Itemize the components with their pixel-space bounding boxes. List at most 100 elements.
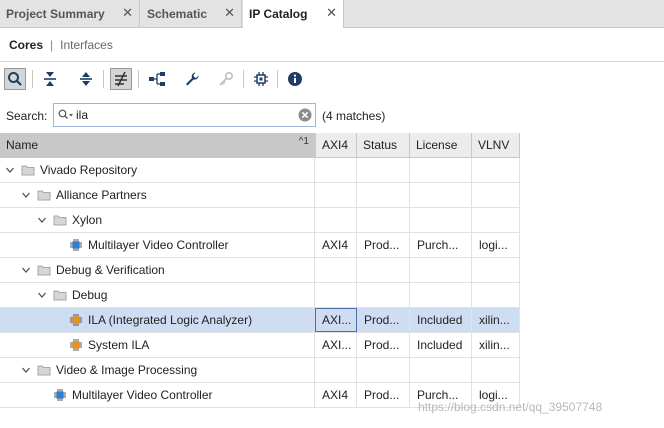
status-cell[interactable] xyxy=(357,158,410,182)
name-cell[interactable]: Vivado Repository xyxy=(0,158,315,182)
cores-view-link[interactable]: Cores xyxy=(9,38,43,52)
search-button[interactable] xyxy=(4,68,26,90)
tab-project-summary[interactable]: Project Summary ✕ xyxy=(0,0,140,27)
match-count: (4 matches) xyxy=(322,109,386,123)
search-dropdown-icon[interactable] xyxy=(58,109,74,121)
search-input[interactable] xyxy=(76,107,286,123)
license-cell[interactable] xyxy=(410,258,472,282)
toolbar-separator xyxy=(103,70,104,88)
table-row[interactable]: Multilayer Video Controller AXI4 Prod... Pu… xyxy=(0,233,520,258)
table-row[interactable]: Debug & Verification xyxy=(0,258,520,283)
column-header-label: License xyxy=(416,138,458,152)
collapse-all-button[interactable] xyxy=(39,68,61,90)
license-cell[interactable]: Purch... xyxy=(410,233,472,257)
expand-all-icon xyxy=(80,72,92,86)
status-cell[interactable] xyxy=(357,258,410,282)
info-button[interactable] xyxy=(284,68,306,90)
name-cell[interactable]: Alliance Partners xyxy=(0,183,315,207)
axi4-cell[interactable] xyxy=(315,358,357,382)
search-row: Search: (4 matches) xyxy=(0,100,664,130)
expand-all-button[interactable] xyxy=(75,68,97,90)
hierarchy-button[interactable] xyxy=(146,68,168,90)
status-cell[interactable]: Prod... xyxy=(357,383,410,407)
folder-icon xyxy=(53,290,67,301)
tab-ip-catalog[interactable]: IP Catalog ✕ xyxy=(243,0,344,28)
vlnv-cell[interactable]: xilin... xyxy=(472,308,520,332)
license-cell[interactable]: Included xyxy=(410,333,472,357)
table-row[interactable]: Vivado Repository xyxy=(0,158,520,183)
name-cell[interactable]: ILA (Integrated Logic Analyzer) xyxy=(0,308,315,332)
vlnv-cell[interactable]: logi... xyxy=(472,233,520,257)
name-cell[interactable]: Multilayer Video Controller xyxy=(0,233,315,257)
column-header-axi4[interactable]: AXI4 xyxy=(316,133,357,157)
toolbar-separator xyxy=(277,70,278,88)
vlnv-cell[interactable]: xilin... xyxy=(472,333,520,357)
column-header-license[interactable]: License xyxy=(410,133,472,157)
table-row[interactable]: Alliance Partners xyxy=(0,183,520,208)
collapse-all-icon xyxy=(44,72,56,86)
name-cell[interactable]: Video & Image Processing xyxy=(0,358,315,382)
status-cell[interactable] xyxy=(357,358,410,382)
close-icon[interactable]: ✕ xyxy=(224,6,235,19)
table-row[interactable]: ILA (Integrated Logic Analyzer) AXI... Pro… xyxy=(0,308,520,333)
settings-button[interactable] xyxy=(181,68,203,90)
ip-core-icon xyxy=(54,389,66,401)
name-cell[interactable]: Debug xyxy=(0,283,315,307)
chevron-down-icon[interactable] xyxy=(21,190,31,200)
filter-toggle-button[interactable] xyxy=(110,68,132,90)
clear-search-icon[interactable] xyxy=(298,108,312,122)
chevron-down-icon[interactable] xyxy=(5,165,15,175)
search-box[interactable] xyxy=(53,103,316,127)
license-key-button[interactable] xyxy=(215,68,237,90)
axi4-cell[interactable] xyxy=(315,158,357,182)
chevron-down-icon[interactable] xyxy=(37,290,47,300)
axi4-cell[interactable] xyxy=(315,183,357,207)
close-icon[interactable]: ✕ xyxy=(326,6,337,19)
license-cell[interactable] xyxy=(410,283,472,307)
license-cell[interactable] xyxy=(410,358,472,382)
table-row[interactable]: Debug xyxy=(0,283,520,308)
license-cell[interactable]: Included xyxy=(410,308,472,332)
chevron-down-icon[interactable] xyxy=(21,265,31,275)
name-cell[interactable]: System ILA xyxy=(0,333,315,357)
column-header-vlnv[interactable]: VLNV xyxy=(472,133,520,157)
license-cell[interactable] xyxy=(410,208,472,232)
vlnv-cell[interactable] xyxy=(472,358,520,382)
chevron-down-icon[interactable] xyxy=(21,365,31,375)
axi4-cell[interactable]: AXI4 xyxy=(315,233,357,257)
status-cell[interactable] xyxy=(357,283,410,307)
status-cell[interactable]: Prod... xyxy=(357,333,410,357)
interfaces-view-link[interactable]: Interfaces xyxy=(60,38,113,52)
close-icon[interactable]: ✕ xyxy=(122,6,133,19)
axi4-cell[interactable] xyxy=(315,283,357,307)
status-cell[interactable]: Prod... xyxy=(357,233,410,257)
vlnv-cell[interactable] xyxy=(472,283,520,307)
name-cell[interactable]: Xylon xyxy=(0,208,315,232)
vlnv-cell[interactable] xyxy=(472,183,520,207)
tab-label: Project Summary xyxy=(6,6,105,21)
status-cell[interactable]: Prod... xyxy=(357,308,410,332)
ip-details-button[interactable] xyxy=(250,68,272,90)
table-row[interactable]: System ILA AXI... Prod... Included xilin... xyxy=(0,333,520,358)
column-header-name[interactable]: Name ^1 xyxy=(0,133,316,157)
status-cell[interactable] xyxy=(357,183,410,207)
table-row[interactable]: Video & Image Processing xyxy=(0,358,520,383)
axi4-cell[interactable] xyxy=(315,208,357,232)
axi4-cell[interactable] xyxy=(315,258,357,282)
license-cell[interactable] xyxy=(410,158,472,182)
status-cell[interactable] xyxy=(357,208,410,232)
column-header-status[interactable]: Status xyxy=(357,133,410,157)
name-cell[interactable]: Debug & Verification xyxy=(0,258,315,282)
filter-toggle-icon xyxy=(115,71,127,87)
tab-schematic[interactable]: Schematic ✕ xyxy=(141,0,242,27)
vlnv-cell[interactable] xyxy=(472,258,520,282)
license-cell[interactable] xyxy=(410,183,472,207)
name-cell[interactable]: Multilayer Video Controller xyxy=(0,383,315,407)
chevron-down-icon[interactable] xyxy=(37,215,47,225)
axi4-cell[interactable]: AXI... xyxy=(315,333,357,357)
vlnv-cell[interactable] xyxy=(472,208,520,232)
axi4-cell[interactable]: AXI4 xyxy=(315,383,357,407)
axi4-cell[interactable]: AXI... xyxy=(315,308,357,332)
table-row[interactable]: Xylon xyxy=(0,208,520,233)
vlnv-cell[interactable] xyxy=(472,158,520,182)
